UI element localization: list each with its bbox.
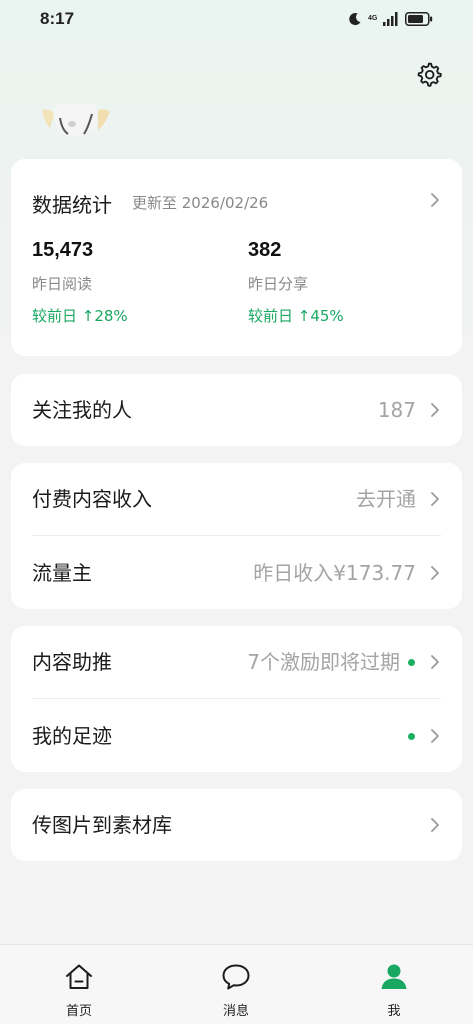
- chevron-right-icon: [431, 193, 439, 207]
- paid-content-status: 去开通: [356, 487, 416, 511]
- tab-messages[interactable]: 消息: [186, 945, 286, 1024]
- upload-row[interactable]: 传图片到素材库: [11, 789, 462, 861]
- footprint-label: 我的足迹: [32, 724, 112, 748]
- signal-icon: [383, 12, 398, 26]
- divider: [32, 535, 441, 536]
- reads-value: 15,473: [32, 239, 94, 261]
- chevron-right-icon: [431, 492, 439, 506]
- chevron-right-icon: [431, 729, 439, 743]
- stats-updated-date: 更新至 2026/02/26: [132, 194, 269, 212]
- followers-count: 187: [377, 398, 416, 422]
- avatar-image: [42, 104, 110, 136]
- chevron-right-icon: [431, 403, 439, 417]
- tab-me[interactable]: 我: [344, 945, 444, 1024]
- status-bar: 8:17 4G: [0, 0, 473, 38]
- boost-label: 内容助推: [32, 650, 112, 674]
- stats-card[interactable]: 数据统计 更新至 2026/02/26 15,473 昨日阅读 较前日 ↑28%…: [11, 159, 462, 356]
- tab-messages-label: 消息: [222, 1004, 249, 1019]
- battery-icon: [405, 12, 433, 26]
- home-icon: [66, 964, 92, 989]
- shares-change: 较前日 ↑45%: [248, 307, 344, 325]
- status-time: 8:17: [40, 9, 75, 28]
- followers-card: 关注我的人 187: [11, 374, 462, 446]
- reads-label: 昨日阅读: [32, 275, 93, 293]
- income-card: 付费内容收入 去开通 流量主 昨日收入¥173.77: [11, 463, 462, 609]
- chevron-right-icon: [431, 566, 439, 580]
- footprint-row[interactable]: 我的足迹: [11, 700, 462, 772]
- shares-value: 382: [248, 239, 282, 261]
- chevron-right-icon: [431, 655, 439, 669]
- tab-home-label: 首页: [65, 1004, 92, 1019]
- boost-row[interactable]: 内容助推 7个激励即将过期: [11, 626, 462, 698]
- status-icons: 4G: [348, 9, 433, 29]
- promotion-card: 内容助推 7个激励即将过期 我的足迹: [11, 626, 462, 772]
- notification-dot: [408, 733, 415, 740]
- reads-change: 较前日 ↑28%: [32, 307, 128, 325]
- stats-title: 数据统计: [32, 193, 112, 217]
- tab-home[interactable]: 首页: [29, 945, 129, 1024]
- traffic-row[interactable]: 流量主 昨日收入¥173.77: [11, 537, 462, 609]
- tab-me-label: 我: [387, 1004, 401, 1019]
- moon-icon: [349, 13, 361, 26]
- boost-status: 7个激励即将过期: [247, 650, 400, 674]
- followers-row[interactable]: 关注我的人 187: [11, 374, 462, 446]
- network-type-label: 4G: [368, 15, 378, 22]
- avatar[interactable]: [40, 104, 112, 136]
- upload-label: 传图片到素材库: [32, 813, 172, 837]
- message-icon: [222, 964, 250, 990]
- upload-card: 传图片到素材库: [11, 789, 462, 861]
- divider: [32, 698, 441, 699]
- notification-dot: [408, 659, 415, 666]
- paid-content-row[interactable]: 付费内容收入 去开通: [11, 463, 462, 535]
- paid-content-label: 付费内容收入: [32, 487, 152, 511]
- gear-icon: [417, 62, 442, 87]
- bottom-tab-bar: 首页 消息 我: [0, 944, 473, 1024]
- traffic-label: 流量主: [32, 561, 92, 585]
- traffic-income: 昨日收入¥173.77: [253, 561, 416, 585]
- chevron-right-icon: [431, 818, 439, 832]
- settings-button[interactable]: [413, 58, 445, 90]
- person-icon: [381, 964, 407, 989]
- shares-label: 昨日分享: [248, 275, 309, 293]
- followers-label: 关注我的人: [32, 398, 132, 422]
